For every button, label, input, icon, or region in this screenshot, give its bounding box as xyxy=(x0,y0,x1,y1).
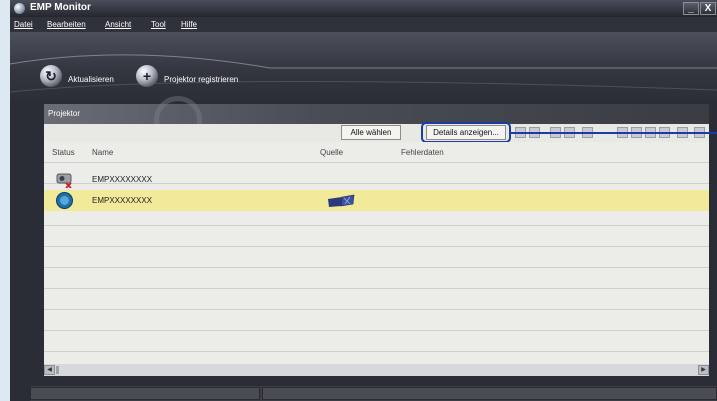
app-window: EMP Monitor _ X Datei Bearbeiten Ansicht… xyxy=(10,0,717,401)
column-name[interactable]: Name xyxy=(92,148,113,157)
status-pane-left xyxy=(30,387,260,400)
projector-error-icon xyxy=(56,173,72,188)
projector-list: Status Name Quelle Fehlerdaten EMPXXXXXX… xyxy=(44,142,709,364)
close-button[interactable]: X xyxy=(700,2,716,15)
menu-ansicht[interactable]: Ansicht xyxy=(105,20,131,29)
title-bar: EMP Monitor _ X xyxy=(10,0,717,17)
refresh-icon: ↻ xyxy=(40,65,62,87)
minimize-button[interactable]: _ xyxy=(683,2,699,15)
scroll-left-icon[interactable]: ◀ xyxy=(44,365,55,375)
column-headers: Status Name Quelle Fehlerdaten xyxy=(44,142,709,163)
source-video-icon xyxy=(328,194,355,207)
register-label: Projektor registrieren xyxy=(164,75,239,84)
menu-tool[interactable]: Tool xyxy=(151,20,166,29)
window-title: EMP Monitor xyxy=(30,2,91,13)
details-callout-line xyxy=(511,132,717,134)
column-status[interactable]: Status xyxy=(52,148,75,157)
details-callout-box xyxy=(421,122,511,143)
panel-title: Projektor xyxy=(48,109,81,118)
status-bar xyxy=(30,386,717,401)
table-row-selected[interactable]: EMPXXXXXXXX xyxy=(44,190,709,211)
table-row[interactable]: EMPXXXXXXXX xyxy=(44,169,709,190)
app-logo-icon xyxy=(14,3,25,14)
menu-bearbeiten[interactable]: Bearbeiten xyxy=(47,20,86,29)
register-projector-icon: + xyxy=(136,65,158,87)
column-error-data[interactable]: Fehlerdaten xyxy=(401,148,444,157)
header-swoosh xyxy=(10,54,717,93)
main-toolbar: ↻ Aktualisieren + Projektor registrieren xyxy=(10,32,717,102)
refresh-label: Aktualisieren xyxy=(68,75,114,84)
menu-bar: Datei Bearbeiten Ansicht Tool Hilfe xyxy=(10,17,717,32)
status-pane-right xyxy=(262,387,717,400)
column-source[interactable]: Quelle xyxy=(320,148,343,157)
scroll-right-icon[interactable]: ▶ xyxy=(698,365,709,375)
menu-hilfe[interactable]: Hilfe xyxy=(181,20,197,29)
row-name: EMPXXXXXXXX xyxy=(92,175,153,184)
scroll-thumb[interactable] xyxy=(56,366,59,374)
select-all-button[interactable]: Alle wählen xyxy=(341,125,401,140)
menu-datei[interactable]: Datei xyxy=(14,20,33,29)
horizontal-scrollbar[interactable]: ◀ ▶ xyxy=(44,364,709,376)
power-on-icon xyxy=(56,192,73,209)
row-name: EMPXXXXXXXX xyxy=(92,196,153,205)
panel-header: Projektor xyxy=(44,96,709,144)
